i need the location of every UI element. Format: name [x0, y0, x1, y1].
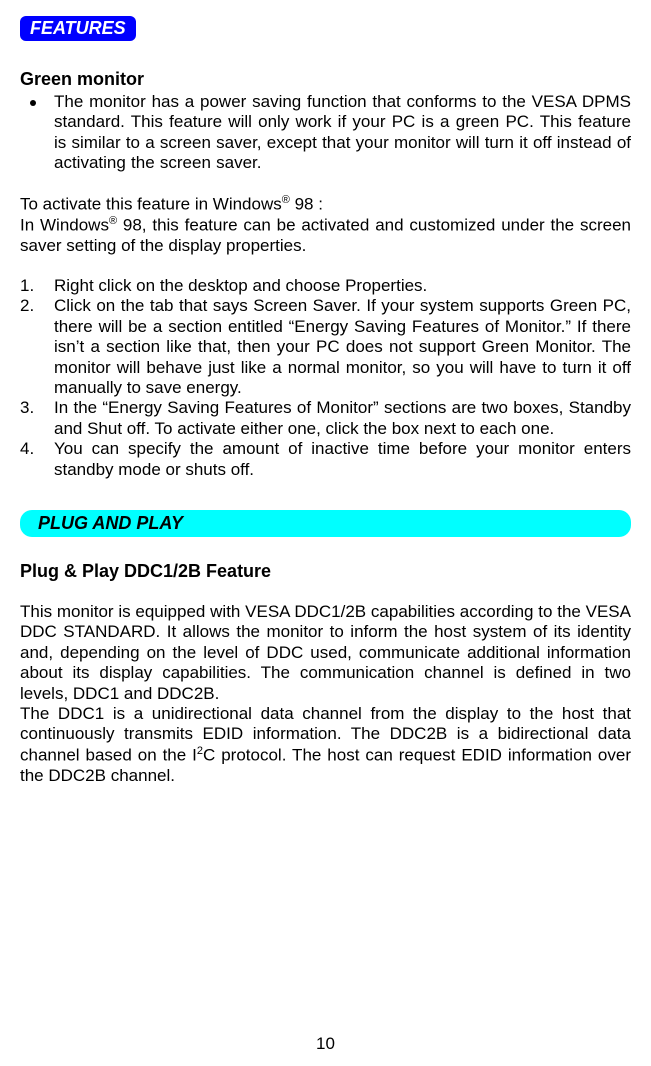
page: FEATURES Green monitor The monitor has a… [0, 0, 651, 1066]
steps-list: 1. Right click on the desktop and choose… [20, 276, 631, 480]
list-number: 4. [20, 439, 54, 459]
plug-and-play-badge: PLUG AND PLAY [20, 510, 631, 537]
green-monitor-bullet: The monitor has a power saving function … [20, 92, 631, 174]
activate-line-pre: To activate this feature in Windows [20, 194, 282, 213]
list-item: 4. You can specify the amount of inactiv… [20, 439, 631, 480]
list-text: Click on the tab that says Screen Saver.… [54, 296, 631, 398]
plug-play-heading: Plug & Play DDC1/2B Feature [20, 561, 631, 582]
features-badge: FEATURES [20, 16, 136, 41]
list-number: 3. [20, 398, 54, 418]
green-monitor-bullet-text: The monitor has a power saving function … [54, 92, 631, 174]
list-item: 2. Click on the tab that says Screen Sav… [20, 296, 631, 398]
list-text: You can specify the amount of inactive t… [54, 439, 631, 480]
in-windows-line: In Windows® 98, this feature can be acti… [20, 215, 631, 256]
list-text: Right click on the desktop and choose Pr… [54, 276, 631, 296]
page-number: 10 [0, 1034, 651, 1054]
plug-play-paragraph-1: This monitor is equipped with VESA DDC1/… [20, 602, 631, 704]
in-windows-pre: In Windows [20, 215, 109, 234]
green-monitor-heading: Green monitor [20, 69, 631, 90]
list-text: In the “Energy Saving Features of Monito… [54, 398, 631, 439]
registered-mark-icon: ® [282, 194, 290, 206]
list-number: 2. [20, 296, 54, 316]
plug-play-paragraph-2: The DDC1 is a unidirectional data channe… [20, 704, 631, 786]
bullet-icon [30, 100, 36, 106]
list-item: 3. In the “Energy Saving Features of Mon… [20, 398, 631, 439]
list-item: 1. Right click on the desktop and choose… [20, 276, 631, 296]
activate-line: To activate this feature in Windows® 98 … [20, 194, 631, 215]
activate-line-post: 98 : [290, 194, 323, 213]
list-number: 1. [20, 276, 54, 296]
registered-mark-icon: ® [109, 215, 117, 227]
